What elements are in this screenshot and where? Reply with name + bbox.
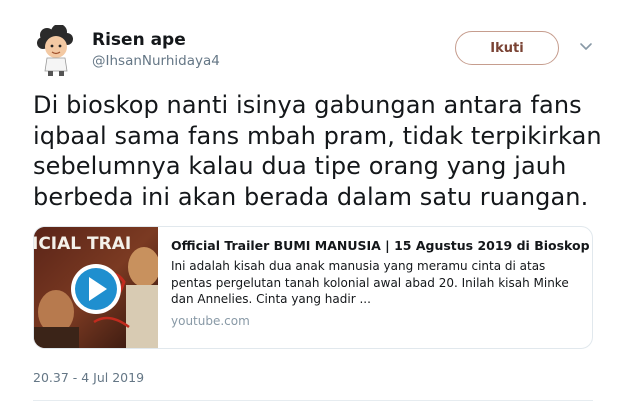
- tweet: Risen ape @IhsanNurhidaya4 Ikuti Di bios…: [0, 0, 623, 402]
- author-handle[interactable]: @IhsanNurhidaya4: [92, 53, 220, 69]
- link-card-description: Ini adalah kisah dua anak manusia yang m…: [171, 259, 569, 306]
- tweet-timestamp[interactable]: 20.37 - 4 Jul 2019: [33, 370, 144, 385]
- follow-button[interactable]: Ikuti: [455, 31, 559, 65]
- author-display-name[interactable]: Risen ape: [92, 30, 186, 50]
- link-card-body[interactable]: Official Trailer BUMI MANUSIA | 15 Agust…: [171, 237, 590, 329]
- divider: [33, 400, 593, 401]
- video-thumbnail[interactable]: ICIAL TRAI: [34, 227, 158, 348]
- link-preview-card[interactable]: ICIAL TRAI Official Trailer BUMI MANUSIA…: [33, 226, 593, 349]
- link-card-domain: youtube.com: [171, 313, 250, 328]
- link-card-title[interactable]: Official Trailer BUMI MANUSIA | 15 Agust…: [171, 237, 590, 254]
- thumbnail-title-text: ICIAL TRAI: [34, 234, 131, 254]
- chevron-down-icon[interactable]: [578, 38, 594, 54]
- tweet-text: Di bioskop nanti isinya gabungan antara …: [33, 91, 602, 211]
- avatar[interactable]: [33, 24, 77, 77]
